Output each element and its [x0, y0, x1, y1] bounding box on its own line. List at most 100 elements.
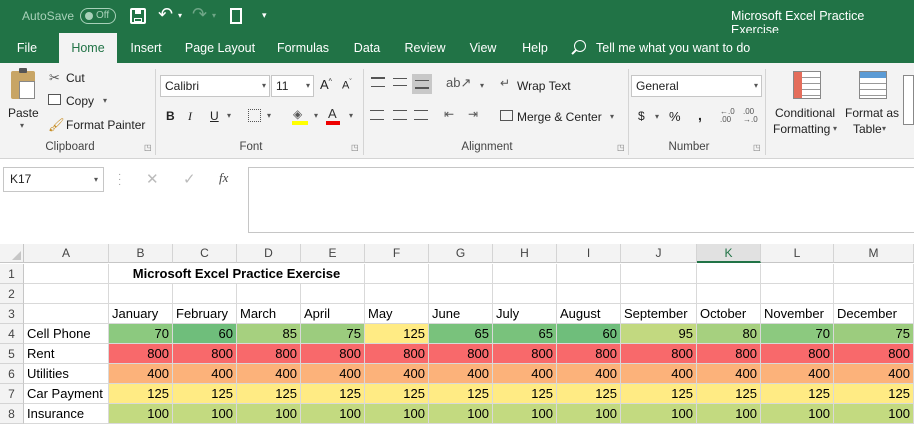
decrease-font-icon[interactable]: Aˇ — [342, 79, 352, 92]
data-cell[interactable]: 125 — [365, 324, 429, 344]
increase-decimal-icon[interactable]: ←.0.00 — [720, 108, 735, 124]
column-header-f[interactable]: F — [365, 244, 429, 263]
data-cell[interactable]: 65 — [429, 324, 493, 344]
fill-dropdown-icon[interactable]: ▾ — [314, 111, 318, 120]
cell-l1[interactable] — [761, 264, 834, 284]
copy-button[interactable]: Copy — [66, 94, 94, 108]
month-header-cell[interactable]: April — [301, 304, 365, 324]
month-header-cell[interactable]: May — [365, 304, 429, 324]
month-header-cell[interactable]: September — [621, 304, 697, 324]
font-size-select[interactable]: 11 ▾ — [271, 75, 314, 97]
cell-m1[interactable] — [834, 264, 914, 284]
row-header-8[interactable]: 8 — [0, 404, 24, 424]
new-file-icon[interactable] — [230, 8, 242, 24]
data-cell[interactable]: 400 — [493, 364, 557, 384]
increase-font-icon[interactable]: A^ — [320, 77, 332, 92]
borders-dropdown-icon[interactable]: ▾ — [267, 111, 271, 120]
cell-c2[interactable] — [173, 284, 237, 304]
chevron-down-icon[interactable]: ▾ — [94, 168, 98, 191]
data-cell[interactable]: 125 — [301, 384, 365, 404]
conditional-dropdown-icon[interactable]: ▾ — [833, 124, 837, 133]
data-cell[interactable]: 800 — [365, 344, 429, 364]
font-color-icon[interactable]: A — [326, 106, 340, 125]
data-cell[interactable]: 80 — [697, 324, 761, 344]
data-cell[interactable]: 95 — [621, 324, 697, 344]
customize-toolbar-icon[interactable]: ▾ — [262, 10, 267, 21]
data-cell[interactable]: 800 — [834, 344, 914, 364]
align-middle-icon[interactable] — [393, 78, 407, 86]
data-cell[interactable]: 100 — [697, 404, 761, 424]
column-header-g[interactable]: G — [429, 244, 493, 263]
underline-dropdown-icon[interactable]: ▾ — [227, 111, 231, 120]
data-cell[interactable]: 800 — [557, 344, 621, 364]
format-painter-button[interactable]: Format Painter — [66, 118, 145, 132]
data-cell[interactable]: 800 — [493, 344, 557, 364]
cell-e2[interactable] — [301, 284, 365, 304]
data-cell[interactable]: 70 — [109, 324, 173, 344]
data-cell[interactable]: 100 — [621, 404, 697, 424]
row-header-6[interactable]: 6 — [0, 364, 24, 384]
month-header-cell[interactable]: October — [697, 304, 761, 324]
decrease-decimal-icon[interactable]: .00 →.0 — [743, 108, 758, 124]
data-cell[interactable]: 125 — [761, 384, 834, 404]
cell-d2[interactable] — [237, 284, 301, 304]
data-cell[interactable]: 125 — [365, 384, 429, 404]
tab-formulas[interactable]: Formulas — [272, 33, 334, 63]
cell-a2[interactable] — [24, 284, 109, 304]
row-label-cell[interactable]: Car Payment — [24, 384, 109, 404]
data-cell[interactable]: 125 — [173, 384, 237, 404]
data-cell[interactable]: 60 — [557, 324, 621, 344]
percent-button[interactable]: % — [669, 109, 681, 124]
column-header-m[interactable]: M — [834, 244, 914, 263]
row-label-cell[interactable]: Cell Phone — [24, 324, 109, 344]
column-header-l[interactable]: L — [761, 244, 834, 263]
data-cell[interactable]: 100 — [237, 404, 301, 424]
column-header-k[interactable]: K — [697, 244, 761, 263]
insert-function-icon[interactable]: fx — [219, 170, 228, 186]
cell-g2[interactable] — [429, 284, 493, 304]
data-cell[interactable]: 800 — [429, 344, 493, 364]
column-header-b[interactable]: B — [109, 244, 173, 263]
cell-b2[interactable] — [109, 284, 173, 304]
enter-icon[interactable]: ✓ — [183, 170, 196, 188]
decrease-indent-icon[interactable]: ⇤ — [444, 107, 454, 121]
fill-color-icon[interactable]: ◈ — [292, 107, 308, 125]
data-cell[interactable]: 125 — [834, 384, 914, 404]
merge-dropdown-icon[interactable]: ▾ — [610, 112, 614, 121]
data-cell[interactable]: 125 — [621, 384, 697, 404]
month-header-cell[interactable]: June — [429, 304, 493, 324]
data-cell[interactable]: 125 — [429, 384, 493, 404]
undo-dropdown-icon[interactable]: ▾ — [178, 11, 182, 20]
data-cell[interactable]: 800 — [761, 344, 834, 364]
data-cell[interactable]: 100 — [761, 404, 834, 424]
orientation-dropdown-icon[interactable]: ▾ — [480, 81, 484, 90]
cell-g1[interactable] — [429, 264, 493, 284]
comma-button[interactable]: , — [698, 107, 702, 123]
data-cell[interactable]: 125 — [697, 384, 761, 404]
month-header-cell[interactable]: January — [109, 304, 173, 324]
row-header-3[interactable]: 3 — [0, 304, 24, 324]
cell-k2[interactable] — [697, 284, 761, 304]
increase-indent-icon[interactable]: ⇥ — [468, 107, 478, 121]
row-label-cell[interactable]: Rent — [24, 344, 109, 364]
cell-styles-gallery[interactable] — [903, 75, 914, 125]
data-cell[interactable]: 100 — [493, 404, 557, 424]
data-cell[interactable]: 100 — [365, 404, 429, 424]
data-cell[interactable]: 100 — [834, 404, 914, 424]
number-launcher-icon[interactable]: ◳ — [753, 143, 761, 152]
number-format-select[interactable]: General ▾ — [631, 75, 762, 97]
column-header-i[interactable]: I — [557, 244, 621, 263]
sheet-title-cell[interactable]: Microsoft Excel Practice Exercise — [109, 264, 365, 284]
currency-button[interactable]: $ — [638, 109, 645, 123]
clipboard-launcher-icon[interactable]: ◳ — [144, 143, 152, 152]
month-header-cell[interactable]: November — [761, 304, 834, 324]
format-table-dropdown-icon[interactable]: ▾ — [882, 124, 886, 133]
font-family-select[interactable]: Calibri ▾ — [160, 75, 270, 97]
row-header-1[interactable]: 1 — [0, 264, 24, 284]
row-header-4[interactable]: 4 — [0, 324, 24, 344]
row-header-2[interactable]: 2 — [0, 284, 24, 304]
data-cell[interactable]: 125 — [557, 384, 621, 404]
cell-l2[interactable] — [761, 284, 834, 304]
data-cell[interactable]: 125 — [237, 384, 301, 404]
font-color-dropdown-icon[interactable]: ▾ — [349, 111, 353, 120]
